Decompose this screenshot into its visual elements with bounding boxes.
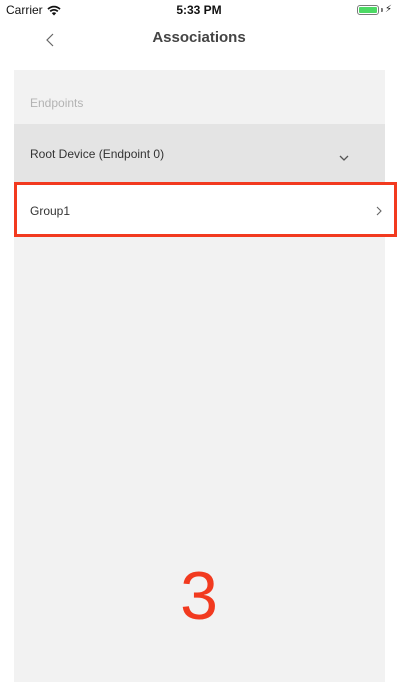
battery-fill — [358, 7, 377, 13]
endpoint-selected-label: Root Device (Endpoint 0) — [30, 147, 165, 161]
chevron-down-icon — [339, 155, 349, 161]
battery-indicator: ⚡ — [356, 4, 392, 15]
step-number-annotation: 3 — [180, 558, 218, 634]
screen: Carrier 5:33 PM ⚡ Associations Endpoints — [0, 0, 398, 682]
group-label: Group1 — [30, 204, 71, 218]
group-row-group1[interactable]: Group1 — [14, 184, 385, 237]
battery-icon — [356, 5, 379, 15]
section-header-endpoints: Endpoints — [30, 96, 84, 110]
status-time: 5:33 PM — [176, 3, 222, 17]
chevron-right-icon — [376, 206, 382, 216]
battery-tip — [380, 8, 383, 12]
status-bar: Carrier 5:33 PM ⚡ — [0, 0, 398, 20]
nav-bar: Associations — [0, 20, 398, 60]
page-title: Associations — [152, 29, 246, 46]
endpoint-selector[interactable]: Root Device (Endpoint 0) — [14, 124, 385, 184]
charging-bolt-icon: ⚡ — [384, 4, 392, 15]
